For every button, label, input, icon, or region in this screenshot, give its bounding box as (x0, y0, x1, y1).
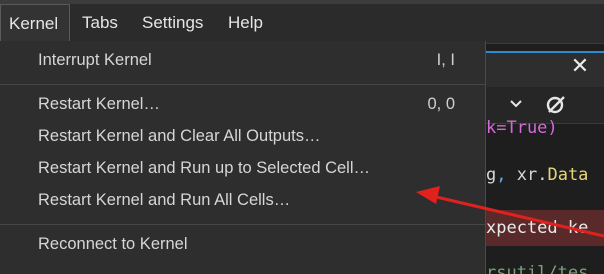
code-token: Data (547, 165, 589, 185)
code-line: k=True) (486, 118, 558, 138)
menu-item-shortcut: I, I (436, 50, 455, 69)
menu-item-restart-run-all[interactable]: Restart Kernel and Run All Cells… (0, 184, 485, 216)
menu-item-restart-kernel[interactable]: Restart Kernel… 0, 0 (0, 88, 485, 120)
menu-settings[interactable]: Settings (134, 4, 211, 42)
menu-item-label: Restart Kernel and Run up to Selected Ce… (38, 158, 371, 177)
output-line: rsutil/tes (486, 263, 589, 274)
menu-item-label: Restart Kernel and Run All Cells… (38, 190, 291, 209)
code-line: g, xr.Data (486, 162, 588, 188)
close-icon[interactable]: ✕ (570, 55, 590, 77)
menu-help[interactable]: Help (220, 4, 271, 42)
code-token: , (496, 165, 517, 185)
kernel-menu-dropdown: Interrupt Kernel I, I Restart Kernel… 0,… (0, 41, 486, 274)
menu-separator (0, 224, 485, 225)
code-token: g (486, 165, 497, 185)
chevron-down-icon[interactable] (508, 96, 524, 112)
jupyterlab-window: ✕ k=True) g, xr.Data xpected ke rsutil/t… (0, 0, 604, 274)
menu-item-label: Restart Kernel… (38, 94, 160, 113)
sync-icon[interactable] (544, 92, 568, 116)
menu-item-label: Interrupt Kernel (38, 50, 152, 69)
error-text: xpected ke (486, 218, 589, 238)
menu-tabs[interactable]: Tabs (74, 4, 126, 42)
menubar: Kernel Tabs Settings Help (0, 0, 604, 44)
menu-item-label: Restart Kernel and Clear All Outputs… (38, 126, 321, 145)
menu-item-restart-clear-outputs[interactable]: Restart Kernel and Clear All Outputs… (0, 120, 485, 152)
menu-item-label: Reconnect to Kernel (38, 234, 188, 253)
code-token: xr (516, 165, 538, 185)
code-token: . (537, 165, 548, 185)
menu-item-interrupt-kernel[interactable]: Interrupt Kernel I, I (0, 44, 485, 76)
menu-item-restart-run-to-selected[interactable]: Restart Kernel and Run up to Selected Ce… (0, 152, 485, 184)
menu-separator (0, 84, 485, 85)
menu-item-shortcut: 0, 0 (427, 94, 455, 113)
menu-kernel[interactable]: Kernel (0, 4, 70, 42)
menu-item-reconnect-kernel[interactable]: Reconnect to Kernel (0, 228, 485, 260)
